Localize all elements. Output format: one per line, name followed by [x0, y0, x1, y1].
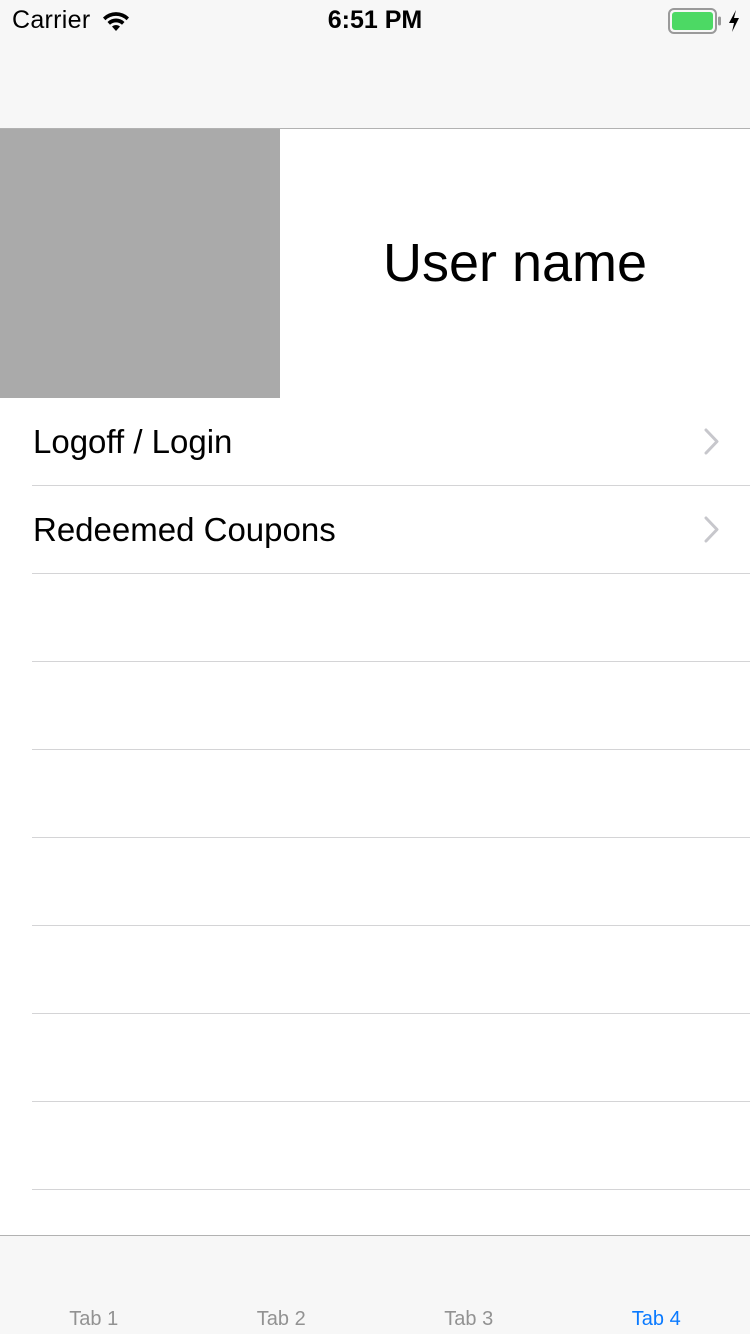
tab-label: Tab 4 [631, 1308, 681, 1330]
empty-table-row [32, 574, 750, 662]
tab-3[interactable]: Tab 3 [375, 1236, 563, 1334]
empty-table-row [32, 750, 750, 838]
profile-header: User name [0, 129, 750, 398]
clock: 6:51 PM [327, 6, 423, 34]
user-name: User name [382, 233, 648, 293]
menu-row-redeemed-coupons[interactable]: Redeemed Coupons [32, 486, 750, 574]
status-bar: Carrier 6:51 PM [0, 0, 750, 40]
menu-row-label: Redeemed Coupons [33, 511, 336, 548]
navigation-bar [0, 40, 750, 129]
menu-row-label: Logoff / Login [33, 423, 233, 460]
chevron-right-icon [704, 428, 719, 455]
battery-icon [668, 8, 721, 34]
charging-icon [729, 10, 739, 32]
tab-1[interactable]: Tab 1 [0, 1236, 188, 1334]
menu-table: Logoff / Login Redeemed Coupons [0, 398, 750, 1190]
empty-table-row [32, 1102, 750, 1190]
menu-row-logoff-login[interactable]: Logoff / Login [32, 398, 750, 486]
tab-bar: Tab 1 Tab 2 Tab 3 Tab 4 [0, 1235, 750, 1334]
tab-label: Tab 2 [256, 1308, 306, 1330]
empty-table-row [32, 1014, 750, 1102]
tab-4[interactable]: Tab 4 [563, 1236, 750, 1334]
empty-table-row [32, 926, 750, 1014]
empty-table-row [32, 838, 750, 926]
tab-label: Tab 1 [69, 1308, 119, 1330]
tab-label: Tab 3 [444, 1308, 494, 1330]
screen: Carrier 6:51 PM User name Logoff / Login [0, 0, 750, 1334]
tab-2[interactable]: Tab 2 [188, 1236, 376, 1334]
chevron-right-icon [704, 516, 719, 543]
empty-table-row [32, 662, 750, 750]
avatar [0, 129, 280, 398]
